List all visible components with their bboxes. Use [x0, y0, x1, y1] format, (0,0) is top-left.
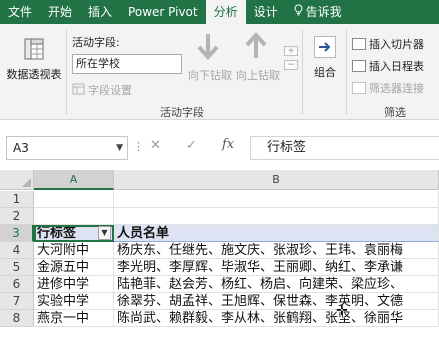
timeline-icon	[352, 60, 366, 72]
cell-a1[interactable]	[34, 191, 114, 208]
tab-design[interactable]: 设计	[246, 0, 286, 24]
table-row-value[interactable]: 徐翠芬、胡孟祥、王旭辉、保世森、李英明、文德	[114, 293, 439, 310]
ribbon-body: 数据透视表 活动字段: 所在学校 字段设置 向下钻取 向上钻取 + − 活动字段…	[0, 24, 439, 120]
pivot-row-labels-header[interactable]: 行标签 ▼	[34, 225, 114, 242]
tab-file[interactable]: 文件	[0, 0, 40, 24]
group-separator	[346, 30, 347, 114]
name-box-value: A3	[13, 141, 29, 155]
cell-b1[interactable]	[114, 191, 439, 208]
table-row-label[interactable]: 燕京一中	[34, 310, 114, 327]
select-all-button[interactable]	[0, 170, 34, 190]
row-header-3[interactable]: 3	[0, 225, 34, 242]
tab-tell-me[interactable]: 告诉我	[286, 0, 350, 24]
tab-insert[interactable]: 插入	[80, 0, 120, 24]
enter-icon[interactable]: ✓	[186, 138, 197, 153]
worksheet-grid: A B 1 2 3 4 5 6 7 8 行标签 ▼ 人员名单 大河附中 杨庆东、…	[0, 170, 439, 337]
formula-input[interactable]: 行标签	[250, 136, 439, 160]
tab-analyze[interactable]: 分析	[205, 0, 246, 24]
table-row-label[interactable]: 实验中学	[34, 293, 114, 310]
lightbulb-icon	[294, 0, 303, 24]
collapse-field-button[interactable]: −	[284, 60, 298, 70]
select-all-triangle-icon	[22, 178, 31, 187]
table-row-label[interactable]: 大河附中	[34, 242, 114, 259]
pivot-table-label: 数据透视表	[6, 68, 62, 81]
cancel-icon[interactable]: ✕	[150, 138, 161, 153]
vertical-dots-icon: ⋮	[133, 140, 144, 153]
table-row-value[interactable]: 杨庆东、任继先、施文庆、张淑珍、王玮、袁丽梅	[114, 242, 439, 259]
column-header-b[interactable]: B	[114, 170, 439, 190]
insert-function-button[interactable]: fx	[222, 137, 234, 152]
insert-timeline-button[interactable]: 插入日程表	[352, 58, 424, 74]
filter-connections-label: 筛选器连接	[369, 82, 424, 95]
name-box[interactable]: A3 ▼	[6, 136, 128, 160]
expand-field-button[interactable]: +	[284, 46, 298, 56]
drill-down-label: 向下钻取	[188, 69, 232, 82]
drill-up-label: 向上钻取	[236, 69, 280, 82]
field-settings-icon	[72, 83, 85, 98]
row-header-4[interactable]: 4	[0, 242, 34, 259]
row-header-1[interactable]: 1	[0, 191, 34, 208]
group-arrow-icon	[314, 36, 336, 58]
slicer-icon	[352, 38, 366, 50]
pivot-table-icon	[21, 36, 47, 62]
table-row-label[interactable]: 金源五中	[34, 259, 114, 276]
group-label: 组合	[314, 66, 336, 79]
filter-group-label: 筛选	[384, 106, 406, 119]
tab-home[interactable]: 开始	[40, 0, 80, 24]
active-field-input[interactable]: 所在学校	[72, 54, 182, 74]
tab-power-pivot[interactable]: Power Pivot	[120, 0, 206, 24]
row-labels-text: 行标签	[37, 226, 77, 241]
cell-b2[interactable]	[114, 208, 439, 225]
row-header-7[interactable]: 7	[0, 293, 34, 310]
insert-timeline-label: 插入日程表	[369, 60, 424, 73]
active-field-group-label: 活动字段	[160, 106, 204, 119]
group-button[interactable]: 组合	[308, 36, 342, 80]
filter-dropdown-icon[interactable]: ▼	[98, 226, 111, 240]
row-header-2[interactable]: 2	[0, 208, 34, 225]
chevron-down-icon[interactable]: ▼	[116, 137, 123, 159]
filter-connections-button[interactable]: 筛选器连接	[352, 80, 424, 96]
row-header-8[interactable]: 8	[0, 310, 34, 327]
table-row-value[interactable]: 陈尚武、赖群毅、李从林、张鹤翔、张坚、徐丽华	[114, 310, 439, 327]
column-header-a[interactable]: A	[34, 170, 114, 190]
group-separator	[66, 30, 67, 114]
pivot-table-button[interactable]: 数据透视表	[2, 36, 66, 82]
arrow-down-icon	[188, 32, 228, 63]
move-cursor-icon: ✛	[336, 303, 348, 319]
table-row-label[interactable]: 进修中学	[34, 276, 114, 293]
formula-bar: A3 ▼ ⋮ ✕ ✓ fx 行标签	[0, 120, 439, 170]
field-settings-label: 字段设置	[88, 84, 132, 97]
insert-slicer-button[interactable]: 插入切片器	[352, 36, 424, 52]
insert-slicer-label: 插入切片器	[369, 38, 424, 51]
filter-connections-icon	[352, 82, 366, 94]
table-row-value[interactable]: 李光明、李厚辉、毕淑华、王丽卿、纳红、李承谦	[114, 259, 439, 276]
table-row-value[interactable]: 陆艳菲、赵会芳、杨红、杨启、向建荣、梁应珍、	[114, 276, 439, 293]
cell-a2[interactable]	[34, 208, 114, 225]
drill-up-button[interactable]: 向上钻取	[236, 32, 280, 83]
field-settings-button[interactable]: 字段设置	[72, 82, 132, 98]
active-field-label: 活动字段:	[72, 36, 120, 49]
ribbon-tab-bar: 文件 开始 插入 Power Pivot 分析 设计 告诉我	[0, 0, 439, 24]
drill-down-button[interactable]: 向下钻取	[188, 32, 232, 83]
group-separator	[302, 30, 303, 114]
tell-me-label: 告诉我	[305, 5, 342, 19]
row-header-5[interactable]: 5	[0, 259, 34, 276]
row-header-6[interactable]: 6	[0, 276, 34, 293]
arrow-up-icon	[236, 32, 276, 63]
pivot-values-header[interactable]: 人员名单	[114, 225, 439, 242]
